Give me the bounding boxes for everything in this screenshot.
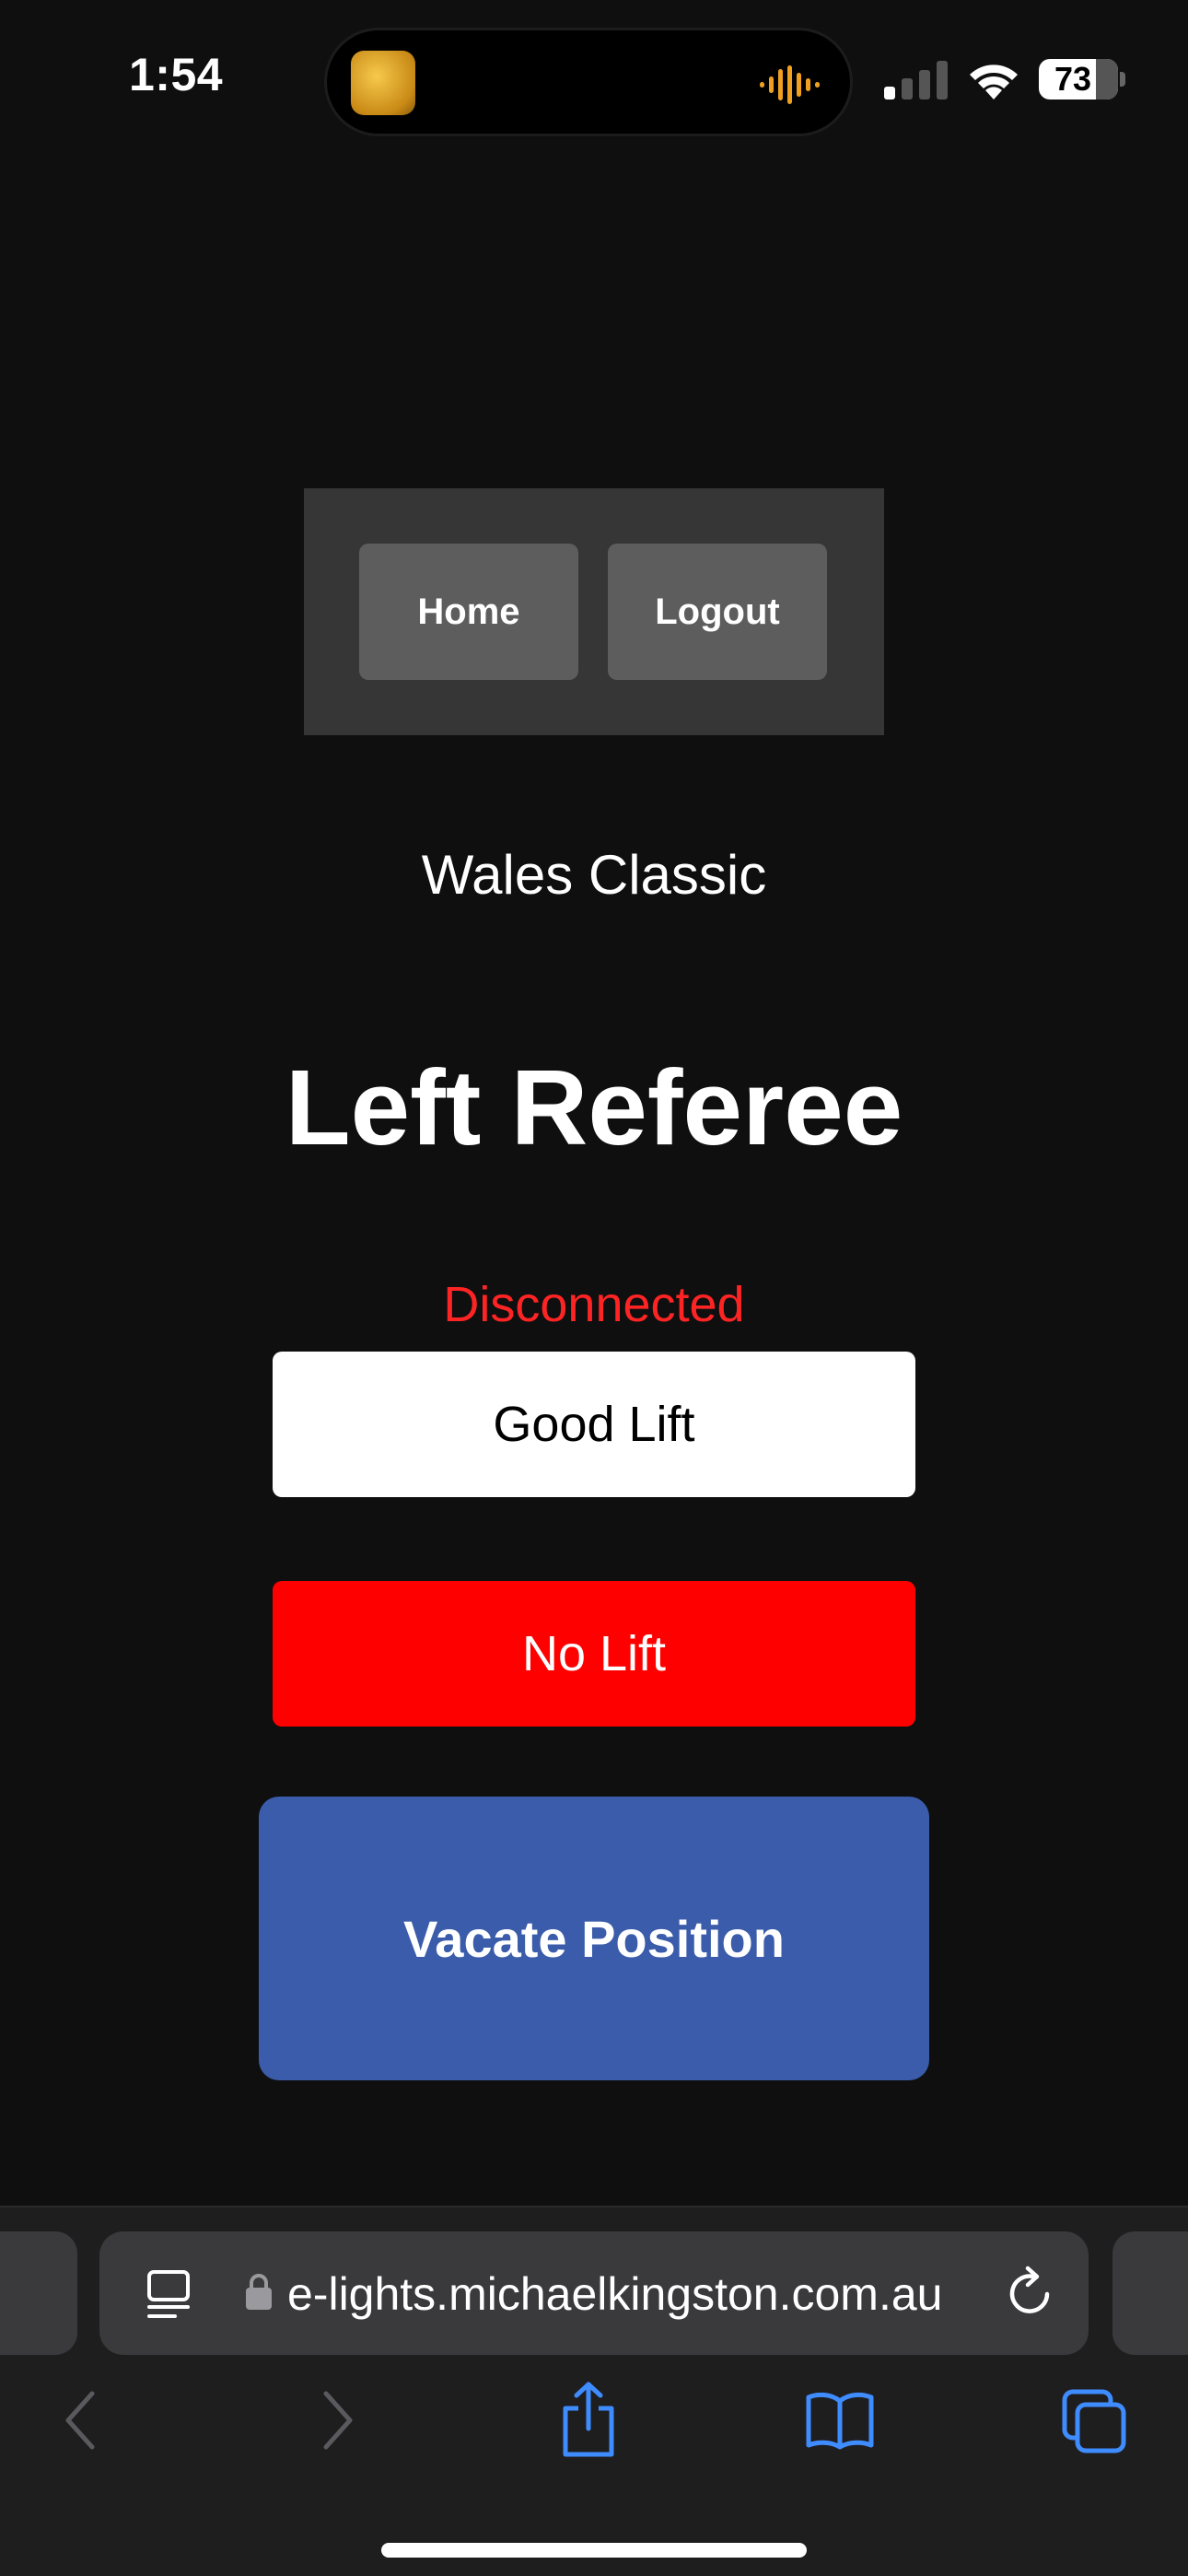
now-playing-artwork [351, 51, 415, 115]
status-time: 1:54 [129, 49, 224, 100]
chevron-right-icon[interactable] [315, 2388, 361, 2453]
connection-status: Disconnected [443, 1277, 745, 1332]
home-button[interactable]: Home [359, 544, 578, 680]
cellular-signal-icon [884, 61, 948, 100]
previous-tab-peek[interactable] [0, 2231, 77, 2355]
nav-panel: Home Logout [304, 488, 884, 735]
browser-toolbar: e-lights.michaelkingston.com.au [0, 2206, 1188, 2576]
wifi-icon [970, 64, 1018, 100]
status-bar: 1:54 73 [0, 0, 1188, 157]
url-text[interactable]: e-lights.michaelkingston.com.au [287, 2266, 996, 2322]
battery-level: 73 [1054, 60, 1092, 98]
tabs-icon[interactable] [1061, 2388, 1127, 2454]
reload-icon[interactable] [1004, 2265, 1057, 2320]
battery-tip [1120, 72, 1125, 87]
reader-mode-icon[interactable] [146, 2268, 192, 2320]
book-icon[interactable] [805, 2390, 875, 2451]
battery-icon: 73 [1039, 59, 1118, 100]
address-bar[interactable]: e-lights.michaelkingston.com.au [99, 2231, 1089, 2355]
page-title: Left Referee [285, 1048, 903, 1167]
logout-button[interactable]: Logout [608, 544, 827, 680]
next-tab-peek[interactable] [1112, 2231, 1188, 2355]
chevron-left-icon[interactable] [57, 2388, 103, 2453]
home-indicator[interactable] [381, 2543, 807, 2558]
vacate-position-button[interactable]: Vacate Position [259, 1797, 929, 2080]
no-lift-button[interactable]: No Lift [273, 1581, 915, 1727]
audio-waveform-icon [760, 65, 820, 104]
meet-name: Wales Classic [421, 844, 767, 906]
good-lift-button[interactable]: Good Lift [273, 1352, 915, 1497]
share-icon[interactable] [558, 2381, 619, 2458]
lock-icon [246, 2274, 272, 2310]
dynamic-island[interactable] [324, 28, 853, 136]
